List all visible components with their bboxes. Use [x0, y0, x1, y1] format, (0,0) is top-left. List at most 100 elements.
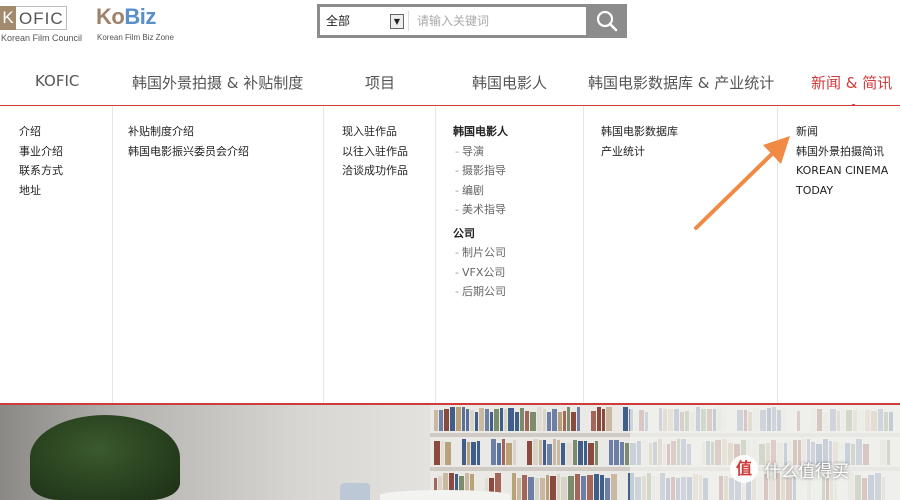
menu-column-film-people: 韩国电影人 - 导演 - 摄影指导 - 编剧 - 美术指导 公司 - 制片公司 - VFX公…	[453, 122, 508, 302]
menu-column-divider	[777, 106, 778, 403]
photo-book	[533, 439, 538, 465]
menu-link-film-database[interactable]: 韩国电影数据库	[601, 122, 678, 142]
menu-link-business[interactable]: 事业介绍	[19, 142, 63, 162]
menu-sublink-label: 摄影指导	[461, 164, 506, 177]
kofic-logo-text: OFIC	[16, 6, 67, 30]
photo-book	[547, 412, 551, 431]
menu-sublink-screenwriter[interactable]: - 编剧	[453, 181, 508, 201]
menu-link-current-works[interactable]: 现入驻作品	[342, 122, 408, 142]
menu-column-divider	[112, 106, 113, 403]
photo-book	[467, 442, 470, 465]
photo-book	[471, 442, 476, 465]
photo-book	[575, 474, 580, 500]
menu-column-divider	[323, 106, 324, 403]
photo-book	[450, 407, 455, 431]
search-button[interactable]	[587, 4, 627, 38]
photo-book	[466, 409, 469, 431]
photo-book	[527, 441, 532, 465]
photo-book	[620, 442, 624, 465]
menu-link-address[interactable]: 地址	[19, 181, 63, 201]
menu-sublink-director[interactable]: - 导演	[453, 142, 508, 162]
photo-book	[456, 407, 461, 431]
menu-heading-film-people[interactable]: 韩国电影人	[453, 122, 508, 142]
photo-book	[479, 408, 484, 431]
menu-link-today[interactable]: TODAY	[796, 181, 888, 201]
menu-link-council-intro[interactable]: 韩国电影振兴委员会介绍	[128, 142, 249, 162]
photo-book	[504, 409, 507, 431]
photo-book	[553, 439, 556, 465]
kobiz-logo-wordmark: KoBiz	[96, 4, 156, 30]
dash-bullet: -	[455, 265, 459, 279]
photo-book	[563, 411, 566, 431]
menu-sublink-art-director[interactable]: - 美术指导	[453, 200, 508, 220]
photo-book	[573, 440, 577, 465]
photo-book	[581, 476, 586, 500]
hero-photo	[0, 405, 900, 500]
search-input[interactable]	[417, 11, 582, 31]
kofic-logo-k: K	[0, 6, 16, 30]
photo-book	[558, 412, 562, 431]
search-scope-select[interactable]: 全部	[326, 7, 350, 35]
kobiz-logo[interactable]: KoBiz Korean Film Biz Zone	[96, 4, 196, 46]
dash-bullet: -	[455, 144, 459, 158]
photo-book	[584, 441, 587, 465]
menu-sublink-label: VFX公司	[461, 265, 506, 279]
photo-book	[462, 407, 465, 431]
menu-column-database: 韩国电影数据库 产业统计	[601, 122, 678, 161]
menu-sublink-vfx[interactable]: - VFX公司	[453, 263, 508, 283]
photo-book	[470, 410, 474, 431]
dash-bullet: -	[455, 285, 459, 298]
photo-book	[537, 407, 542, 431]
photo-book	[543, 440, 546, 465]
photo-book	[557, 474, 560, 500]
kofic-logo[interactable]: K OFIC Korean Film Council	[0, 6, 90, 46]
photo-book	[490, 412, 493, 431]
menu-sublink-postproduction[interactable]: - 后期公司	[453, 282, 508, 302]
dash-bullet: -	[455, 164, 459, 177]
photo-book	[625, 443, 629, 465]
photo-book	[535, 478, 539, 500]
dash-bullet: -	[455, 183, 459, 197]
nav-item-film-people[interactable]: 韩国电影人	[472, 72, 547, 93]
photo-book	[571, 412, 576, 431]
photo-book	[502, 439, 505, 465]
menu-sublink-cinematographer[interactable]: - 摄影指导	[453, 161, 508, 181]
menu-link-news[interactable]: 新闻	[796, 122, 888, 142]
menu-link-subsidy-intro[interactable]: 补贴制度介绍	[128, 122, 249, 142]
nav-item-filming-subsidy[interactable]: 韩国外景拍摄 & 补贴制度	[132, 72, 303, 93]
photo-book	[522, 475, 527, 500]
menu-sublink-production[interactable]: - 制片公司	[453, 243, 508, 263]
kofic-logo-subtitle: Korean Film Council	[1, 33, 83, 43]
menu-link-past-works[interactable]: 以往入驻作品	[342, 142, 408, 162]
photo-book	[606, 407, 612, 431]
menu-link-korean-cinema[interactable]: KOREAN CINEMA	[796, 161, 888, 181]
menu-link-filming-newsletter[interactable]: 韩国外景拍摄简讯	[796, 142, 888, 162]
nav-item-news[interactable]: 新闻 & 简讯	[811, 72, 892, 93]
photo-book	[528, 477, 534, 500]
photo-book	[566, 443, 572, 465]
menu-link-successful-works[interactable]: 洽谈成功作品	[342, 161, 408, 181]
kobiz-logo-part2: Biz	[124, 4, 156, 29]
photo-book	[497, 443, 501, 465]
photo-book	[605, 478, 610, 500]
photo-book	[434, 441, 440, 465]
photo-book	[614, 440, 619, 465]
menu-sublink-label: 编剧	[461, 183, 484, 197]
search-icon	[596, 10, 618, 32]
menu-column-divider	[435, 106, 436, 403]
menu-link-contact[interactable]: 联系方式	[19, 161, 63, 181]
photo-book	[591, 411, 596, 431]
photo-book	[577, 407, 580, 431]
photo-book	[561, 477, 567, 500]
menu-heading-companies[interactable]: 公司	[453, 224, 508, 244]
photo-book	[557, 440, 560, 465]
watermark-text: 什么值得买	[764, 461, 849, 482]
menu-link-industry-stats[interactable]: 产业统计	[601, 142, 678, 162]
chevron-down-icon[interactable]: ▼	[390, 14, 404, 29]
search-divider	[408, 11, 409, 31]
search-field-wrapper: 全部 ▼	[320, 7, 586, 35]
nav-item-projects[interactable]: 项目	[365, 72, 395, 93]
nav-item-database-stats[interactable]: 韩国电影数据库 & 产业统计	[588, 72, 774, 93]
menu-link-intro[interactable]: 介绍	[19, 122, 63, 142]
nav-item-kofic[interactable]: KOFIC	[35, 72, 79, 90]
